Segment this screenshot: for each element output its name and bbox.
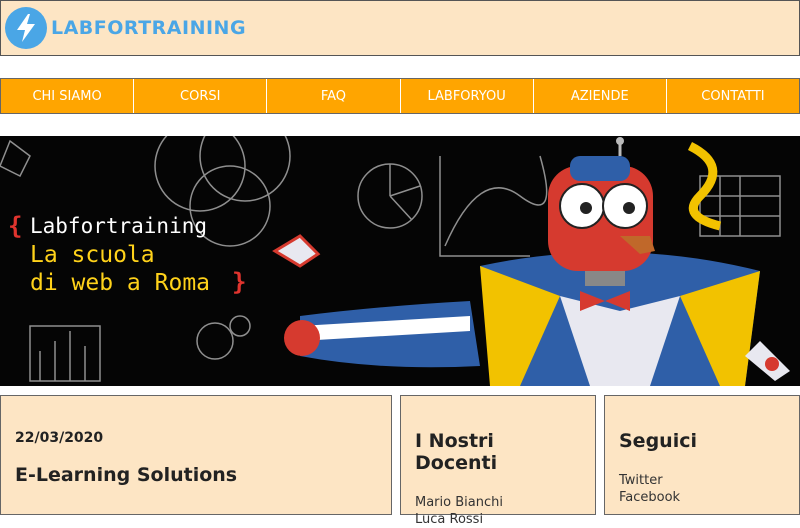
nav-item-contatti[interactable]: CONTATTI <box>667 79 799 113</box>
article-card[interactable]: 22/03/2020 E-Learning Solutions <box>0 395 392 515</box>
nav-item-faq[interactable]: FAQ <box>267 79 401 113</box>
social-link-facebook[interactable]: Facebook <box>619 489 785 506</box>
hero-line-1: La scuola <box>30 242 155 268</box>
hero-bracket-open: { <box>8 212 23 240</box>
article-title[interactable]: E-Learning Solutions <box>15 464 377 486</box>
lightning-bolt-icon <box>5 7 47 49</box>
nav-item-corsi[interactable]: CORSI <box>134 79 268 113</box>
docente-item[interactable]: Mario Bianchi <box>415 494 581 511</box>
seguici-card: Seguici Twitter Facebook <box>604 395 800 515</box>
seguici-title: Seguici <box>619 430 697 452</box>
hero-line-2: di web a Roma <box>30 270 211 296</box>
nav-item-chi-siamo[interactable]: CHI SIAMO <box>1 79 135 113</box>
site-logo[interactable]: LABFORTRAINING <box>5 5 246 51</box>
main-navigation: CHI SIAMO CORSI FAQ LABFORYOU AZIENDE CO… <box>0 78 800 114</box>
hero-title: Labfortraining <box>30 214 208 238</box>
social-link-twitter[interactable]: Twitter <box>619 472 785 489</box>
nav-item-labforyou[interactable]: LABFORYOU <box>401 79 534 113</box>
hero-bracket-close: } <box>232 268 247 296</box>
docente-item[interactable]: Luca Rossi <box>415 511 581 528</box>
nav-item-aziende[interactable]: AZIENDE <box>534 79 667 113</box>
docenti-list: Mario Bianchi Luca Rossi <box>415 494 581 528</box>
docenti-card: I Nostri Docenti Mario Bianchi Luca Ross… <box>400 395 596 527</box>
docenti-title: I Nostri Docenti <box>415 430 498 474</box>
hero-banner: { Labfortraining La scuola di web a Roma… <box>0 136 800 386</box>
logo-text: LABFORTRAINING <box>51 17 247 39</box>
site-header: LABFORTRAINING <box>0 0 800 56</box>
article-date: 22/03/2020 <box>15 430 104 446</box>
social-links-list: Twitter Facebook <box>619 472 785 506</box>
